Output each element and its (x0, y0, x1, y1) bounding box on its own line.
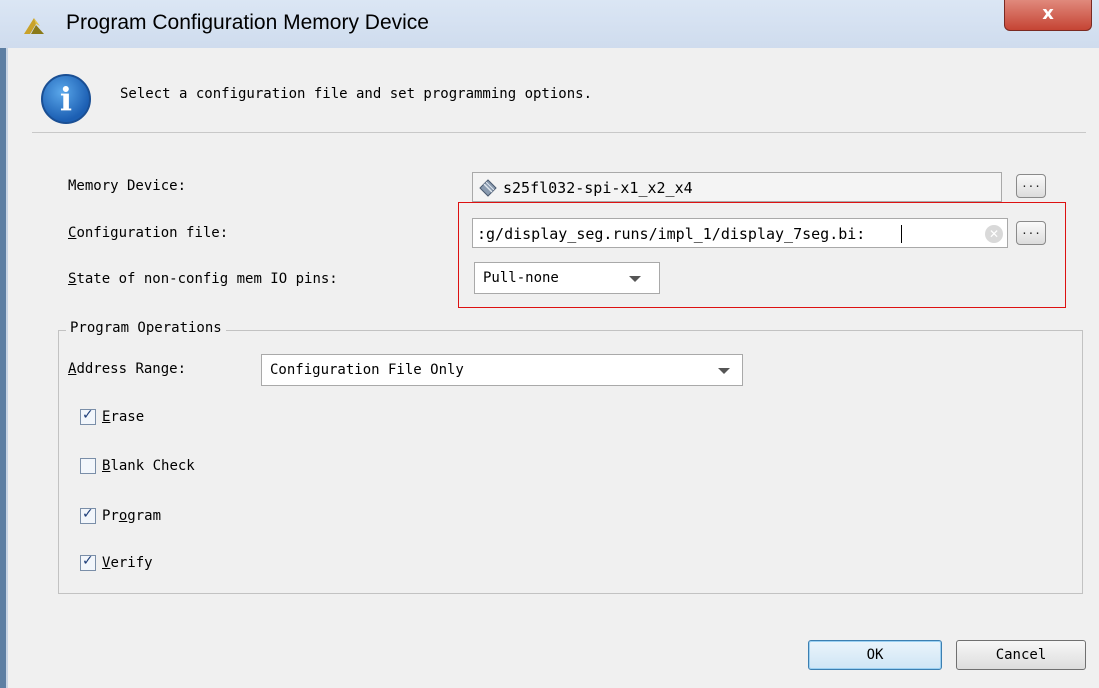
program-checkbox[interactable] (80, 506, 96, 524)
header-message: Select a configuration file and set prog… (120, 86, 593, 102)
memory-device-field: s25fl032-spi-x1_x2_x4 (472, 172, 1002, 202)
title-bar: Program Configuration Memory Device x (0, 0, 1099, 49)
erase-label: Erase (102, 409, 145, 425)
address-range-value: Configuration File Only (270, 362, 464, 378)
verify-checkbox[interactable] (80, 553, 96, 571)
blank-check-label: Blank Check (102, 458, 195, 474)
blank-check-checkbox[interactable] (80, 458, 96, 474)
memory-device-label: Memory Device: (68, 178, 187, 194)
memory-chip-icon (479, 179, 497, 197)
memory-device-browse-button[interactable]: ... (1016, 174, 1046, 198)
header-separator (32, 132, 1086, 133)
cancel-button[interactable]: Cancel (956, 640, 1086, 670)
verify-label: Verify (102, 555, 153, 571)
io-pins-label: State of non-config mem IO pins: (68, 271, 338, 287)
erase-checkbox[interactable] (80, 407, 96, 425)
program-operations-title: Program Operations (66, 320, 226, 336)
window-title: Program Configuration Memory Device (66, 11, 429, 34)
highlight-box (458, 202, 1066, 308)
dialog-body: i Select a configuration file and set pr… (8, 48, 1099, 688)
info-icon: i (41, 74, 91, 124)
configuration-file-label: Configuration file: (68, 225, 229, 241)
program-label: Program (102, 508, 162, 524)
window-left-border (0, 48, 8, 688)
chevron-down-icon (718, 368, 730, 374)
close-button[interactable]: x (1004, 0, 1092, 31)
memory-device-value: s25fl032-spi-x1_x2_x4 (503, 179, 693, 197)
vivado-logo-icon (24, 18, 44, 34)
close-icon: x (1042, 3, 1054, 24)
address-range-label: Address Range: (68, 361, 187, 377)
address-range-dropdown[interactable]: Configuration File Only (261, 354, 743, 386)
ok-button[interactable]: OK (808, 640, 942, 670)
